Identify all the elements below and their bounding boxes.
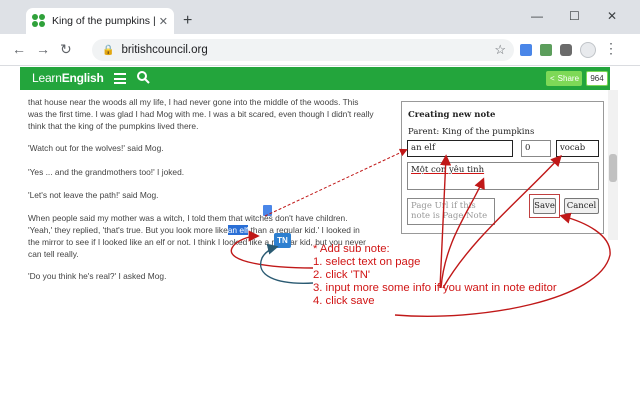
site-header: LearnEnglish < Share 964 (20, 67, 610, 90)
story-line: 'Watch out for the wolves!' said Mog. (28, 143, 164, 153)
translate-extension-icon[interactable] (520, 44, 532, 56)
story-line: 'Do you think he's real?' I asked Mog. (28, 271, 167, 281)
story-line: can tell really. (28, 249, 79, 259)
tn-button[interactable]: TN (274, 233, 291, 248)
story-line: think that the king of the pumpkins live… (28, 121, 199, 131)
address-bar[interactable]: 🔒 britishcouncil.org ☆ (92, 39, 514, 61)
instructions: * Add sub note: 1. select text on page 2… (313, 243, 557, 308)
arrow-select-to-field (264, 148, 408, 217)
page-url-input[interactable]: Page Url if this note is Page Note (407, 198, 495, 225)
story-line: 'Yes ... and the grandmothers too!' I jo… (28, 167, 185, 177)
puzzle-extensions-icon[interactable] (560, 44, 572, 56)
instruction-step: 4. click save (313, 295, 375, 307)
back-button[interactable]: ← (12, 42, 26, 56)
hamburger-menu-icon[interactable] (114, 73, 126, 84)
profile-avatar[interactable] (580, 42, 596, 58)
selected-text[interactable]: an elf (227, 225, 249, 235)
cancel-button[interactable]: Cancel (564, 198, 599, 214)
british-council-favicon-icon (32, 14, 46, 28)
story-line: that house near the woods all my life, I… (28, 97, 359, 107)
note-meaning-textarea[interactable]: Một con yêu tinh (407, 162, 599, 190)
share-button[interactable]: < Share (546, 71, 582, 86)
tab-title: King of the pumpkins | General English (52, 15, 155, 27)
instruction-step: 3. input more some info if you want in n… (313, 282, 557, 294)
story-line: When people said my mother was a witch, … (28, 213, 348, 223)
close-window-icon[interactable]: ✕ (607, 10, 617, 22)
note-extension-icon[interactable] (540, 44, 552, 56)
scrollbar-thumb[interactable] (609, 154, 617, 182)
note-editor-title: Creating new note (408, 110, 496, 120)
page-url-placeholder: Page Url if this note is Page Note (411, 201, 488, 221)
instructions-heading: * Add sub note: (313, 243, 390, 255)
lock-icon: 🔒 (102, 44, 115, 56)
document-icon[interactable] (263, 205, 272, 216)
arrow-step2 (259, 243, 314, 284)
story-line: 'Yeah,' they replied, 'that's true. But … (28, 225, 360, 235)
new-tab-button[interactable]: + (183, 13, 192, 29)
minimize-icon[interactable]: — (531, 10, 543, 22)
note-tag-input[interactable]: vocab (556, 140, 599, 157)
browser-menu-icon[interactable]: ⋮ (604, 41, 618, 55)
learnenglish-logo[interactable]: LearnEnglish (32, 71, 104, 85)
instruction-step: 1. select text on page (313, 256, 421, 268)
share-icon: < (550, 74, 555, 83)
note-text-input[interactable]: an elf (407, 140, 513, 157)
bookmark-star-icon[interactable]: ☆ (494, 42, 506, 58)
note-number-input[interactable]: 0 (521, 140, 551, 157)
page-scrollbar[interactable] (608, 90, 618, 240)
browser-toolbar: ← → ↻ 🔒 britishcouncil.org ☆ ⋮ (0, 34, 640, 66)
browser-tab-bar: King of the pumpkins | General English ✕… (0, 0, 640, 34)
save-button[interactable]: Save (533, 198, 556, 214)
story-line: 'Let's not leave the path!' said Mog. (28, 190, 159, 200)
share-count-badge: 964 (586, 71, 608, 86)
browser-tab[interactable]: King of the pumpkins | General English ✕ (26, 8, 174, 34)
reload-button[interactable]: ↻ (60, 42, 72, 56)
note-parent-label: Parent: King of the pumpkins (408, 127, 535, 137)
note-editor-panel: Creating new note Parent: King of the pu… (401, 101, 604, 234)
tab-close-icon[interactable]: ✕ (159, 15, 168, 28)
forward-button[interactable]: → (36, 42, 50, 56)
story-line: was the first time. I was glad I had Mog… (28, 109, 374, 119)
instruction-step: 2. click 'TN' (313, 269, 371, 281)
url-text[interactable]: britishcouncil.org (121, 44, 207, 56)
maximize-icon[interactable]: ☐ (569, 10, 580, 22)
search-icon[interactable] (136, 70, 150, 84)
